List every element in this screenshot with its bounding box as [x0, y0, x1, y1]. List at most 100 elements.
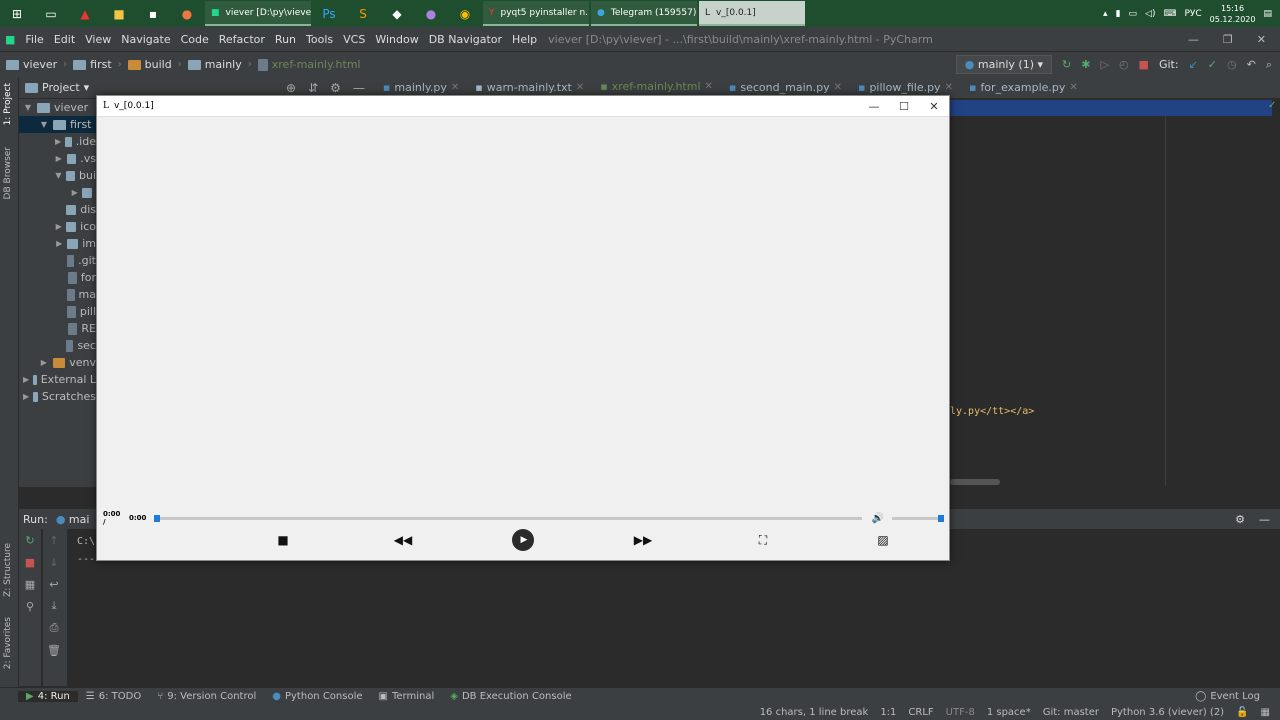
notifications-icon[interactable]: ▤ [1263, 9, 1272, 19]
menu-vcs[interactable]: VCS [338, 33, 370, 46]
collapsed-arrow-icon[interactable]: ▶ [23, 375, 29, 384]
status-caret[interactable]: 1:1 [880, 707, 896, 718]
status-encoding[interactable]: UTF-8 [946, 707, 975, 718]
menu-edit[interactable]: Edit [49, 33, 80, 46]
volume-icon[interactable]: 🔊 [872, 513, 884, 524]
collapse-icon[interactable]: ⇵ [308, 81, 318, 95]
menu-run[interactable]: Run [270, 33, 301, 46]
close-tab-icon[interactable]: ✕ [945, 82, 953, 93]
taskbar-window-telegram[interactable]: ● Telegram (159557) [591, 1, 697, 26]
horizontal-scrollbar[interactable] [950, 479, 1000, 485]
status-interpreter[interactable]: Python 3.6 (viever) (2) [1111, 707, 1224, 718]
breadcrumb-viever[interactable]: viever [0, 58, 63, 71]
app-icon[interactable]: ● [175, 4, 199, 24]
expanded-arrow-icon[interactable]: ▼ [23, 103, 33, 112]
tree-item[interactable]: ▼ bui [19, 167, 96, 184]
open-folder-button[interactable]: ■ [271, 528, 295, 552]
rollback-icon[interactable]: ↶ [1247, 58, 1256, 71]
memory-icon[interactable]: ▦ [1261, 707, 1270, 718]
player-title-bar[interactable]: L v_[0.0.1] — ☐ ✕ [97, 96, 949, 117]
chrome-icon[interactable]: ◉ [453, 4, 477, 24]
trash-icon[interactable]: 🗑 [43, 639, 65, 661]
project-panel-header[interactable]: Project ▾ [19, 77, 96, 99]
tree-item[interactable]: for [19, 269, 96, 286]
lock-icon[interactable]: 🔓 [1236, 707, 1248, 718]
network-icon[interactable]: ▭ [1129, 9, 1138, 19]
rerun-icon[interactable]: ↻ [19, 529, 41, 551]
tree-item[interactable]: ▶ ico [19, 218, 96, 235]
tool-version-control[interactable]: ⑂ 9: Version Control [149, 691, 264, 702]
layout-icon[interactable]: ▦ [19, 573, 41, 595]
tree-item[interactable]: pill [19, 303, 96, 320]
run-tab[interactable]: ● mai [56, 513, 90, 526]
tool-run[interactable]: ▶ 4: Run [18, 691, 78, 702]
taskbar-window-player[interactable]: Lv_[0.0.1] [699, 1, 805, 26]
up-arrow-icon[interactable]: ↑ [43, 529, 65, 551]
close-tab-icon[interactable]: ✕ [834, 82, 842, 93]
tree-item[interactable]: ma [19, 286, 96, 303]
collapsed-arrow-icon[interactable]: ▶ [39, 358, 49, 367]
inspection-ok-icon[interactable]: ✓ [1268, 100, 1276, 111]
search-icon[interactable]: ⌕ [1266, 58, 1272, 72]
breadcrumb-build[interactable]: build [122, 58, 178, 71]
structure-tool-label[interactable]: Z: Structure [3, 543, 13, 597]
collapsed-arrow-icon[interactable]: ▶ [55, 154, 63, 163]
tree-item[interactable]: ▶ im [19, 235, 96, 252]
expanded-arrow-icon[interactable]: ▼ [55, 171, 62, 180]
close-icon[interactable]: ✕ [1257, 33, 1266, 46]
app2-icon[interactable]: ● [419, 4, 443, 24]
close-tab-icon[interactable]: ✕ [451, 82, 459, 93]
menu-file[interactable]: File [20, 33, 48, 46]
collapsed-arrow-icon[interactable]: ▶ [55, 222, 62, 231]
rerun-icon[interactable]: ↻ [1062, 58, 1071, 71]
favorites-tool-label[interactable]: 2: Favorites [3, 617, 13, 669]
terminal-icon[interactable]: ▪ [141, 4, 165, 24]
project-tool-label[interactable]: 1: Project [3, 83, 13, 125]
locate-icon[interactable]: ⊕ [286, 81, 296, 95]
tool-terminal[interactable]: ▣ Terminal [371, 691, 443, 702]
volume-handle[interactable] [938, 514, 945, 522]
breadcrumb-mainly[interactable]: mainly [182, 58, 248, 71]
expanded-arrow-icon[interactable]: ▼ [39, 120, 49, 129]
coverage-icon[interactable]: ▷ [1100, 58, 1108, 71]
task-view-icon[interactable]: ▭ [39, 4, 63, 24]
keyboard-icon[interactable]: ⌨ [1163, 9, 1176, 19]
tree-item[interactable]: ▶ .vs [19, 150, 96, 167]
tree-item[interactable]: .git [19, 252, 96, 269]
collapsed-arrow-icon[interactable]: ▶ [23, 392, 29, 401]
tree-item[interactable]: dis [19, 201, 96, 218]
print-icon[interactable]: ⎙ [43, 617, 65, 639]
sublime-icon[interactable]: S [351, 4, 375, 24]
menu-navigate[interactable]: Navigate [116, 33, 175, 46]
close-tab-icon[interactable]: ✕ [1069, 82, 1077, 93]
tree-item[interactable]: ▼ viever [19, 99, 96, 116]
collapsed-arrow-icon[interactable]: ▶ [55, 137, 61, 146]
screenshot-button[interactable]: ▨ [871, 528, 895, 552]
rewind-button[interactable]: ◀◀ [391, 528, 415, 552]
menu-code[interactable]: Code [176, 33, 214, 46]
pgadmin-icon[interactable]: ◆ [385, 4, 409, 24]
collapsed-arrow-icon[interactable]: ▶ [55, 239, 63, 248]
menu-tools[interactable]: Tools [301, 33, 338, 46]
restore-icon[interactable]: ❐ [1223, 33, 1233, 46]
status-git-branch[interactable]: Git: master [1043, 707, 1099, 718]
minimize-icon[interactable]: — [1188, 33, 1199, 46]
menu-window[interactable]: Window [370, 33, 423, 46]
tree-item[interactable]: RE [19, 320, 96, 337]
play-button[interactable]: ▶ [511, 528, 535, 552]
tool-db-execution-console[interactable]: ◈ DB Execution Console [442, 691, 579, 702]
pin-icon[interactable]: ⚲ [19, 595, 41, 617]
tool-event-log[interactable]: ◯ Event Log [1187, 691, 1280, 702]
history-icon[interactable]: ◷ [1227, 58, 1237, 71]
tree-item[interactable]: ▶ External L [19, 371, 96, 388]
start-icon[interactable]: ⊞ [5, 4, 29, 24]
menu-db-navigator[interactable]: DB Navigator [424, 33, 507, 46]
close-tab-icon[interactable]: ✕ [576, 82, 584, 93]
db-browser-tool-label[interactable]: DB Browser [3, 147, 13, 199]
profile-icon[interactable]: ◴ [1119, 58, 1129, 71]
tree-item[interactable]: ▶ .ide [19, 133, 96, 150]
player-maximize-button[interactable]: ☐ [889, 100, 919, 113]
tool-todo[interactable]: ☰ 6: TODO [78, 691, 149, 702]
fast-forward-button[interactable]: ▶▶ [631, 528, 655, 552]
tab-for-example[interactable]: ▪ for_example.py ✕ [961, 77, 1086, 99]
